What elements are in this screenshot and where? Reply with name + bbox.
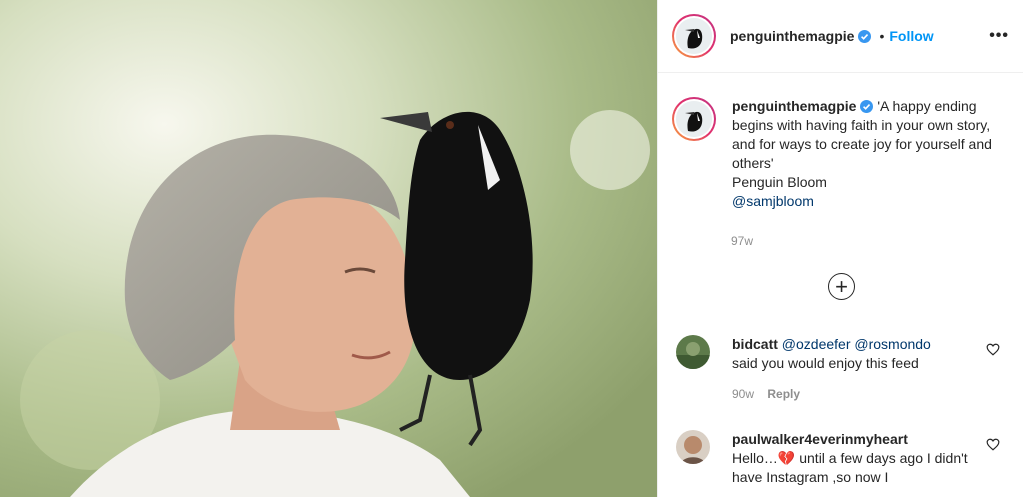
reply-button[interactable]: Reply (767, 387, 800, 401)
post-header: penguinthemagpie • Follow ••• (658, 0, 1023, 73)
comment-username[interactable]: bidcatt (732, 336, 778, 352)
comment-text-start: Hello… (732, 450, 778, 466)
avatar (676, 18, 712, 54)
verified-badge-icon (860, 100, 874, 113)
comment-username[interactable]: paulwalker4everinmyheart (732, 431, 908, 447)
comment-item: paulwalker4everinmyheart Hello…💔 until a… (676, 430, 1006, 487)
caption-avatar (676, 101, 712, 137)
caption-story-ring[interactable] (672, 97, 716, 141)
load-more-comments-icon[interactable]: + (828, 273, 855, 300)
like-heart-icon[interactable] (986, 343, 1000, 356)
comment-mentions[interactable]: @ozdeefer @rosmondo (782, 336, 931, 352)
like-heart-icon[interactable] (986, 438, 1000, 451)
comment-text: said you would enjoy this feed (732, 355, 919, 371)
commenter-avatar[interactable] (676, 335, 710, 369)
follow-button[interactable]: Follow (889, 28, 933, 44)
story-ring[interactable] (672, 14, 716, 58)
header-username[interactable]: penguinthemagpie (730, 28, 854, 44)
comment-body: bidcatt @ozdeefer @rosmondo said you wou… (732, 335, 972, 404)
broken-heart-emoji: 💔 (777, 450, 796, 466)
comment-timestamp[interactable]: 90w (732, 387, 754, 401)
avatar-frame (674, 16, 714, 56)
commenter-avatar[interactable] (676, 430, 710, 464)
comment-item: bidcatt @ozdeefer @rosmondo said you wou… (676, 335, 1006, 404)
comment-body: paulwalker4everinmyheart Hello…💔 until a… (732, 430, 972, 487)
separator-dot: • (879, 28, 885, 44)
post-side-panel: penguinthemagpie • Follow ••• penguinthe… (657, 0, 1023, 497)
comment-meta: 90w Reply (732, 385, 972, 404)
woman-with-magpie-image (0, 0, 657, 497)
magpie-avatar-icon (676, 18, 712, 54)
post-caption: penguinthemagpie 'A happy ending begins … (672, 97, 1012, 211)
post-timestamp[interactable]: 97w (731, 234, 753, 248)
landscape-avatar-icon (676, 335, 710, 369)
caption-mention-link[interactable]: @samjbloom (732, 193, 814, 209)
magpie-avatar-icon (676, 101, 712, 137)
more-options-icon[interactable]: ••• (989, 27, 1009, 45)
post-photo[interactable] (0, 0, 657, 497)
caption-text: penguinthemagpie 'A happy ending begins … (732, 97, 1002, 211)
person-avatar-icon (676, 430, 710, 464)
verified-badge-icon (858, 29, 872, 43)
avatar-frame (674, 99, 714, 139)
caption-username[interactable]: penguinthemagpie (732, 98, 856, 114)
caption-signature: Penguin Bloom (732, 174, 827, 190)
